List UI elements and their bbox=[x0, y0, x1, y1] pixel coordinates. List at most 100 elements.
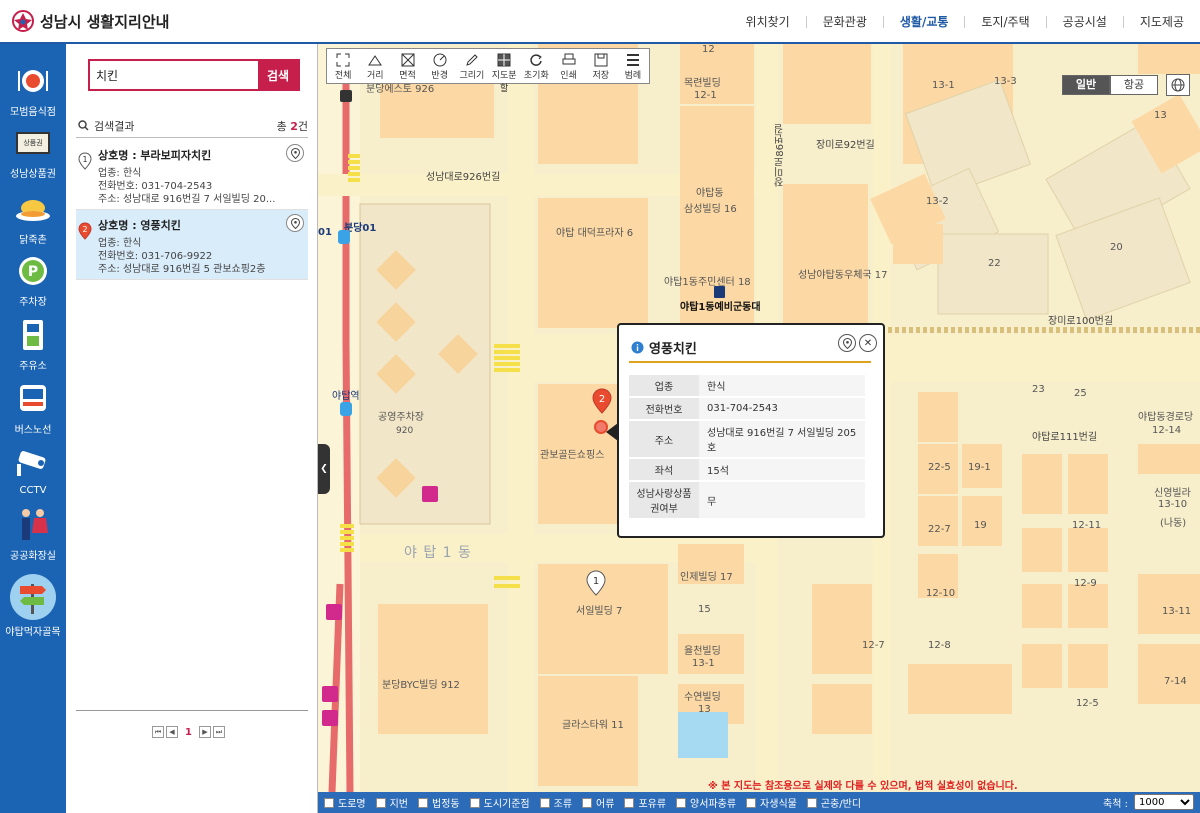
checkbox[interactable] bbox=[746, 797, 757, 808]
nav-map-service[interactable]: 지도제공 bbox=[1122, 16, 1200, 28]
checkbox[interactable] bbox=[375, 797, 386, 808]
scale-select[interactable]: 1000 bbox=[1134, 794, 1194, 810]
popup-info-table: 업종 한식 전화번호 031-704-2543 주소 성남대로 916번길 7 서일빌… bbox=[629, 373, 865, 520]
total-prefix: 총 bbox=[276, 120, 291, 133]
info-row: 성남사랑상품권여부 무 bbox=[629, 482, 865, 518]
sidebar-item-chicken[interactable]: 닭죽촌 bbox=[0, 190, 66, 246]
bus-stop-icon bbox=[338, 230, 350, 244]
info-key: 좌석 bbox=[629, 459, 699, 480]
map-label: 서일빌딩 7 bbox=[576, 606, 623, 617]
layer-label: 지번 bbox=[389, 799, 409, 810]
layer-toggle-amphibians-reptiles[interactable]: 양서파충류 bbox=[676, 795, 736, 810]
checkbox[interactable] bbox=[676, 797, 687, 808]
prev-page-button[interactable]: ◀ bbox=[166, 726, 178, 738]
total-count: 2 bbox=[290, 120, 298, 133]
search-button[interactable]: 검색 bbox=[258, 61, 298, 89]
layer-label: 도로명 bbox=[338, 799, 366, 810]
site-logo[interactable]: 성남시 생활지리안내 bbox=[12, 10, 169, 32]
layer-toggle-native-plants[interactable]: 자생식물 bbox=[746, 795, 797, 810]
map-label: 공영주차장 bbox=[378, 412, 424, 423]
tool-reset[interactable]: 초기화 bbox=[520, 49, 552, 83]
tool-split-map[interactable]: 지도분할 bbox=[488, 49, 520, 94]
result-name[interactable]: 상호명 : 영풍치킨 bbox=[98, 217, 181, 233]
globe-button[interactable] bbox=[1166, 74, 1190, 96]
nav-culture[interactable]: 문화관광 bbox=[805, 16, 883, 28]
info-icon bbox=[631, 341, 644, 354]
save-icon bbox=[585, 52, 617, 68]
sidebar-item-yatap-food-alley[interactable]: 야탑먹자골목 bbox=[0, 574, 66, 638]
tool-radius[interactable]: 반경 bbox=[424, 49, 456, 83]
tool-draw[interactable]: 그리기 bbox=[456, 49, 488, 83]
layer-toggle-insects[interactable]: 곤충/반디 bbox=[806, 795, 861, 810]
layer-toggle-birds[interactable]: 조류 bbox=[539, 795, 572, 810]
map-type-normal[interactable]: 일반 bbox=[1062, 75, 1110, 95]
checkbox[interactable] bbox=[806, 797, 817, 808]
checkbox[interactable] bbox=[582, 797, 593, 808]
sidebar-item-parking[interactable]: P 주차장 bbox=[0, 252, 66, 308]
result-name[interactable]: 상호명 : 부라보피자치킨 bbox=[98, 147, 211, 163]
pagination: ⏮ ◀ 1 ▶ ⏭ bbox=[152, 726, 225, 738]
next-page-button[interactable]: ▶ bbox=[198, 726, 211, 738]
checkbox[interactable] bbox=[469, 797, 480, 808]
map-type-aerial[interactable]: 항공 bbox=[1110, 75, 1158, 95]
layer-label: 양서파충류 bbox=[690, 799, 737, 810]
locate-button[interactable] bbox=[286, 144, 304, 162]
checkbox[interactable] bbox=[624, 797, 635, 808]
nav-life-traffic[interactable]: 생활/교통 bbox=[882, 16, 965, 28]
station-label: 야탑역 bbox=[332, 391, 360, 402]
result-marker-1[interactable]: 1 bbox=[586, 570, 606, 596]
restaurant-icon bbox=[14, 62, 52, 100]
locate-button[interactable] bbox=[286, 214, 304, 232]
map-label: 19 bbox=[974, 520, 987, 531]
tool-save[interactable]: 저장 bbox=[585, 49, 617, 83]
sidebar-item-bus[interactable]: 버스노선 bbox=[0, 380, 66, 436]
result-item[interactable]: 1 상호명 : 부라보피자치킨 업종: 한식 전화번호: 031-704-254… bbox=[76, 140, 308, 210]
checkbox[interactable] bbox=[324, 797, 334, 808]
location-pin-icon bbox=[842, 337, 852, 349]
nav-land-housing[interactable]: 토지/주택 bbox=[964, 16, 1045, 28]
layer-toggle-fish[interactable]: 어류 bbox=[582, 795, 614, 810]
map-label: 신영빌라 bbox=[1154, 488, 1191, 499]
layer-label: 포유류 bbox=[638, 799, 667, 810]
tool-legend[interactable]: 범례 bbox=[617, 49, 649, 83]
layer-toggle-mammals[interactable]: 포유류 bbox=[624, 795, 666, 810]
tool-label: 면적 bbox=[399, 71, 416, 81]
tool-full-extent[interactable]: 전체 bbox=[327, 49, 359, 83]
layer-toggle-lot-number[interactable]: 지번 bbox=[375, 795, 409, 810]
tool-area[interactable]: 면적 bbox=[391, 49, 423, 83]
tool-label: 거리 bbox=[367, 71, 384, 81]
layer-toggle-road-name[interactable]: 도로명 bbox=[324, 795, 366, 810]
print-icon bbox=[552, 52, 584, 68]
tool-print[interactable]: 인쇄 bbox=[552, 49, 584, 83]
popup-close-button[interactable]: ✕ bbox=[859, 334, 877, 352]
checkbox[interactable] bbox=[418, 797, 429, 808]
layer-toggle-city-reference[interactable]: 도시기준점 bbox=[469, 795, 530, 810]
sidebar-item-restroom[interactable]: 공공화장실 bbox=[0, 506, 66, 562]
map-label: 야탑동경로당 bbox=[1138, 412, 1194, 423]
nav-location[interactable]: 위치찾기 bbox=[730, 16, 806, 28]
layer-toggle-legal-dong[interactable]: 법정동 bbox=[418, 795, 460, 810]
last-page-button[interactable]: ⏭ bbox=[212, 726, 225, 738]
svg-text:P: P bbox=[28, 264, 38, 280]
search-box: 검색 bbox=[88, 59, 300, 91]
popup-controls: ✕ bbox=[838, 334, 877, 352]
sidebar-item-gas-station[interactable]: 주유소 bbox=[0, 316, 66, 372]
sidebar-item-gift-card[interactable]: 상품권 성남상품권 bbox=[0, 124, 66, 180]
panel-collapse-button[interactable]: ❮ bbox=[318, 444, 330, 494]
tool-label: 인쇄 bbox=[560, 71, 577, 81]
current-page[interactable]: 1 bbox=[185, 727, 192, 738]
map-label: 13 bbox=[698, 704, 711, 715]
search-input[interactable] bbox=[90, 61, 260, 89]
tool-distance[interactable]: 거리 bbox=[359, 49, 391, 83]
info-row: 좌석 15석 bbox=[629, 459, 865, 480]
result-marker-2[interactable]: 2 bbox=[592, 388, 612, 414]
result-item-selected[interactable]: 2 상호명 : 영풍치킨 업종: 한식 전화번호: 031-706-9922 주… bbox=[76, 210, 308, 280]
chicken-dish-icon bbox=[14, 190, 52, 228]
layer-label: 도시기준점 bbox=[483, 799, 530, 810]
sidebar-item-cctv[interactable]: CCTV bbox=[0, 444, 66, 496]
nav-public-facility[interactable]: 공공시설 bbox=[1045, 16, 1123, 28]
first-page-button[interactable]: ⏮ bbox=[152, 726, 164, 738]
popup-locate-button[interactable] bbox=[838, 334, 856, 352]
checkbox[interactable] bbox=[539, 797, 550, 808]
sidebar-item-restaurant[interactable]: 모범음식점 bbox=[0, 62, 66, 118]
